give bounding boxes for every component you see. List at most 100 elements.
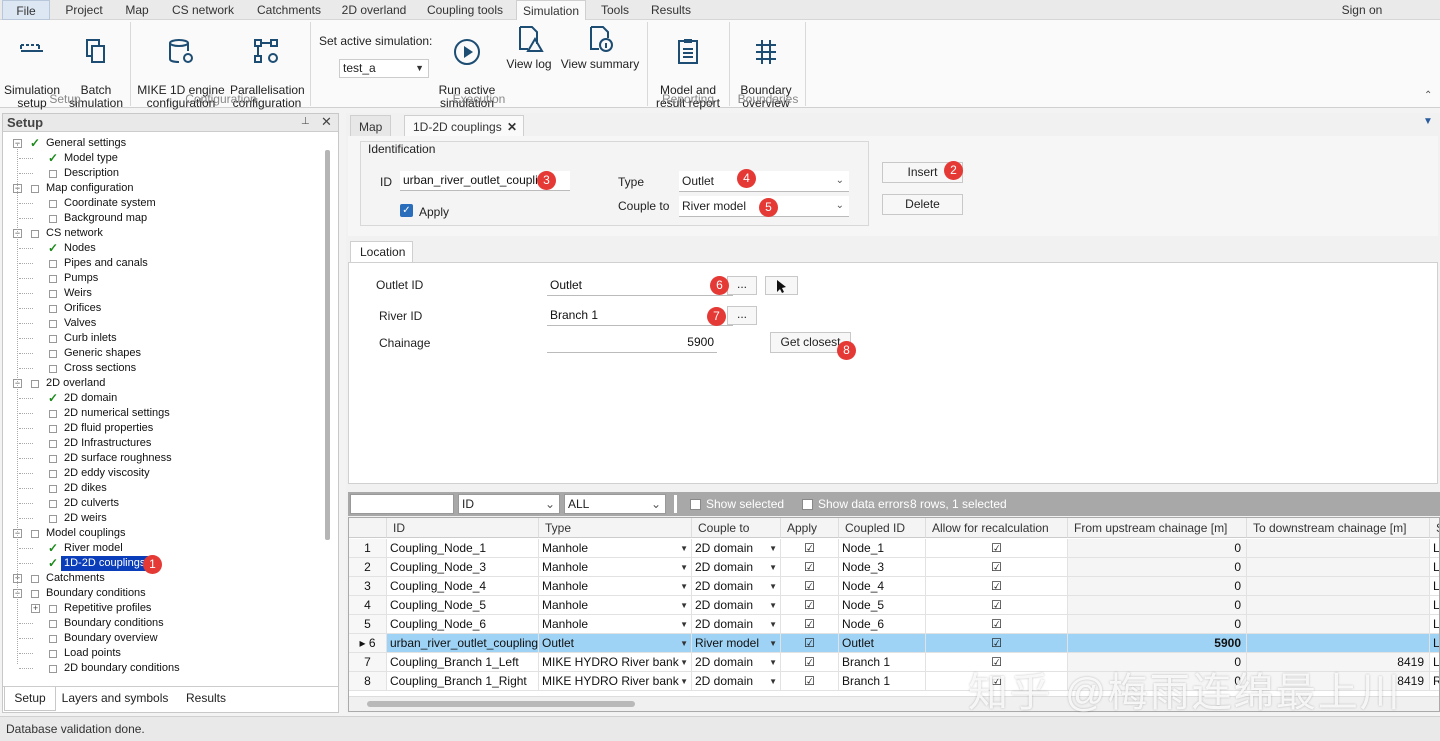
grid-column-header[interactable]: From upstream chainage [m]	[1068, 518, 1247, 538]
grid-cell-to[interactable]	[1247, 596, 1430, 615]
grid-cell-apply[interactable]: ☑	[781, 596, 839, 615]
tree-item[interactable]: Valves	[3, 316, 321, 331]
tree-scrollbar[interactable]	[325, 150, 330, 540]
grid-cell-couple[interactable]: 2D domain ▼	[692, 653, 781, 672]
grid-cell-type[interactable]: Manhole ▼	[539, 596, 692, 615]
grid-cell-apply[interactable]: ☑	[781, 653, 839, 672]
grid-cell-allow[interactable]: ☑	[926, 539, 1068, 558]
grid-cell-from[interactable]: 0	[1068, 558, 1247, 577]
tree-item[interactable]: 2D numerical settings	[3, 406, 321, 421]
menu-file[interactable]: File	[2, 0, 50, 20]
grid-row-header[interactable]: 4	[349, 596, 387, 615]
grid-cell-from[interactable]: 0	[1068, 596, 1247, 615]
tree-item[interactable]: − CS network	[3, 226, 321, 241]
checkbox-checked-icon[interactable]: ☑	[804, 560, 815, 574]
tree-item[interactable]: 2D surface roughness	[3, 451, 321, 466]
dropdown-arrow-icon[interactable]: ▼	[769, 672, 777, 690]
grid-cell-id[interactable]: Coupling_Node_4	[387, 577, 539, 596]
tree-item[interactable]: Boundary conditions	[3, 616, 321, 631]
grid-cell-coupled[interactable]: Node_5	[839, 596, 926, 615]
grid-row-header[interactable]: ▸ 6	[349, 634, 387, 653]
chainage-input[interactable]: 5900	[547, 333, 717, 353]
checkbox-checked-icon[interactable]: ☑	[804, 655, 815, 669]
dropdown-arrow-icon[interactable]: ▼	[769, 539, 777, 557]
grid-cell-allow[interactable]: ☑	[926, 558, 1068, 577]
checkbox-checked-icon[interactable]: ☑	[804, 541, 815, 555]
grid-cell-coupled[interactable]: Outlet	[839, 634, 926, 653]
tree-item[interactable]: Pumps	[3, 271, 321, 286]
grid-cell-from[interactable]: 0	[1068, 577, 1247, 596]
dropdown-arrow-icon[interactable]: ▼	[769, 577, 777, 595]
tree-item[interactable]: ✓ 2D domain	[3, 391, 321, 406]
tree-item[interactable]: 2D culverts	[3, 496, 321, 511]
grid-cell-s[interactable]: L	[1430, 596, 1439, 615]
checkbox-checked-icon[interactable]: ☑	[991, 579, 1002, 593]
grid-cell-s[interactable]: L	[1430, 615, 1439, 634]
bottom-tab-setup[interactable]: Setup	[4, 687, 56, 711]
grid-cell-s[interactable]: L	[1430, 634, 1439, 653]
sign-on-link[interactable]: Sign on	[1332, 0, 1392, 20]
tab-tools[interactable]: Tools	[592, 0, 638, 20]
grid-cell-couple[interactable]: 2D domain ▼	[692, 615, 781, 634]
tab-list-chevron-icon[interactable]: ▼	[1423, 116, 1433, 127]
grid-cell-s[interactable]: R	[1430, 672, 1439, 691]
grid-column-header[interactable]: To downstream chainage [m]	[1247, 518, 1430, 538]
grid-cell-id[interactable]: Coupling_Node_6	[387, 615, 539, 634]
type-select[interactable]: Outlet ⌄	[679, 171, 849, 192]
grid-cell-type[interactable]: MIKE HYDRO River bank ▼	[539, 653, 692, 672]
grid-column-header[interactable]: Apply	[781, 518, 839, 538]
dropdown-arrow-icon[interactable]: ▼	[680, 653, 688, 671]
grid-cell-coupled[interactable]: Branch 1	[839, 672, 926, 691]
grid-cell-couple[interactable]: 2D domain ▼	[692, 539, 781, 558]
tree-item[interactable]: 2D Infrastructures	[3, 436, 321, 451]
grid-row-header[interactable]: 5	[349, 615, 387, 634]
dropdown-arrow-icon[interactable]: ▼	[680, 596, 688, 614]
grid-cell-type[interactable]: Manhole ▼	[539, 615, 692, 634]
grid-cell-from[interactable]: 0	[1068, 615, 1247, 634]
tab-project[interactable]: Project	[56, 0, 112, 20]
grid-cell-to[interactable]	[1247, 615, 1430, 634]
grid-row-header[interactable]: 3	[349, 577, 387, 596]
grid-cell-allow[interactable]: ☑	[926, 596, 1068, 615]
tab-simulation[interactable]: Simulation	[516, 0, 586, 21]
grid-cell-to[interactable]	[1247, 539, 1430, 558]
grid-cell-to[interactable]	[1247, 634, 1430, 653]
tree-item[interactable]: + Catchments	[3, 571, 321, 586]
tab-map[interactable]: Map	[116, 0, 158, 20]
grid-cell-id[interactable]: Coupling_Node_5	[387, 596, 539, 615]
tab-coupling-tools[interactable]: Coupling tools	[420, 0, 510, 20]
grid-row-header[interactable]: 1	[349, 539, 387, 558]
tree-item[interactable]: Orifices	[3, 301, 321, 316]
grid-cell-apply[interactable]: ☑	[781, 615, 839, 634]
checkbox-checked-icon[interactable]: ☑	[804, 674, 815, 688]
grid-column-header[interactable]: Allow for recalculation	[926, 518, 1068, 538]
view-log-button[interactable]: View log	[504, 24, 554, 71]
tree-item[interactable]: Pipes and canals	[3, 256, 321, 271]
grid-cell-coupled[interactable]: Node_6	[839, 615, 926, 634]
checkbox-checked-icon[interactable]: ☑	[991, 617, 1002, 631]
dropdown-arrow-icon[interactable]: ▼	[680, 634, 688, 652]
grid-cell-couple[interactable]: 2D domain ▼	[692, 596, 781, 615]
grid-row-header[interactable]: 7	[349, 653, 387, 672]
dropdown-arrow-icon[interactable]: ▼	[769, 558, 777, 576]
tree-item[interactable]: 2D boundary conditions	[3, 661, 321, 676]
dropdown-arrow-icon[interactable]: ▼	[769, 596, 777, 614]
tree-item[interactable]: ✓ 1D-2D couplings	[3, 555, 321, 572]
grid-cell-s[interactable]: L	[1430, 539, 1439, 558]
dropdown-arrow-icon[interactable]: ▼	[680, 558, 688, 576]
grid-cell-id[interactable]: urban_river_outlet_coupling	[387, 634, 539, 653]
grid-cell-id[interactable]: Coupling_Node_3	[387, 558, 539, 577]
grid-cell-id[interactable]: Coupling_Node_1	[387, 539, 539, 558]
grid-cell-couple[interactable]: 2D domain ▼	[692, 577, 781, 596]
doc-tab-couplings[interactable]: 1D-2D couplings ✕	[404, 115, 524, 137]
grid-cell-apply[interactable]: ☑	[781, 539, 839, 558]
dropdown-arrow-icon[interactable]: ▼	[769, 634, 777, 652]
grid-cell-from[interactable]: 5900	[1068, 634, 1247, 653]
checkbox-checked-icon[interactable]: ☑	[991, 598, 1002, 612]
filter-field-select[interactable]: ID ⌄	[458, 494, 560, 514]
filter-scope-select[interactable]: ALL ⌄	[564, 494, 666, 514]
apply-checkbox[interactable]: ✓	[400, 204, 413, 217]
filter-text-input[interactable]	[350, 494, 454, 514]
tree-item[interactable]: Curb inlets	[3, 331, 321, 346]
expand-icon[interactable]: +	[31, 604, 40, 613]
